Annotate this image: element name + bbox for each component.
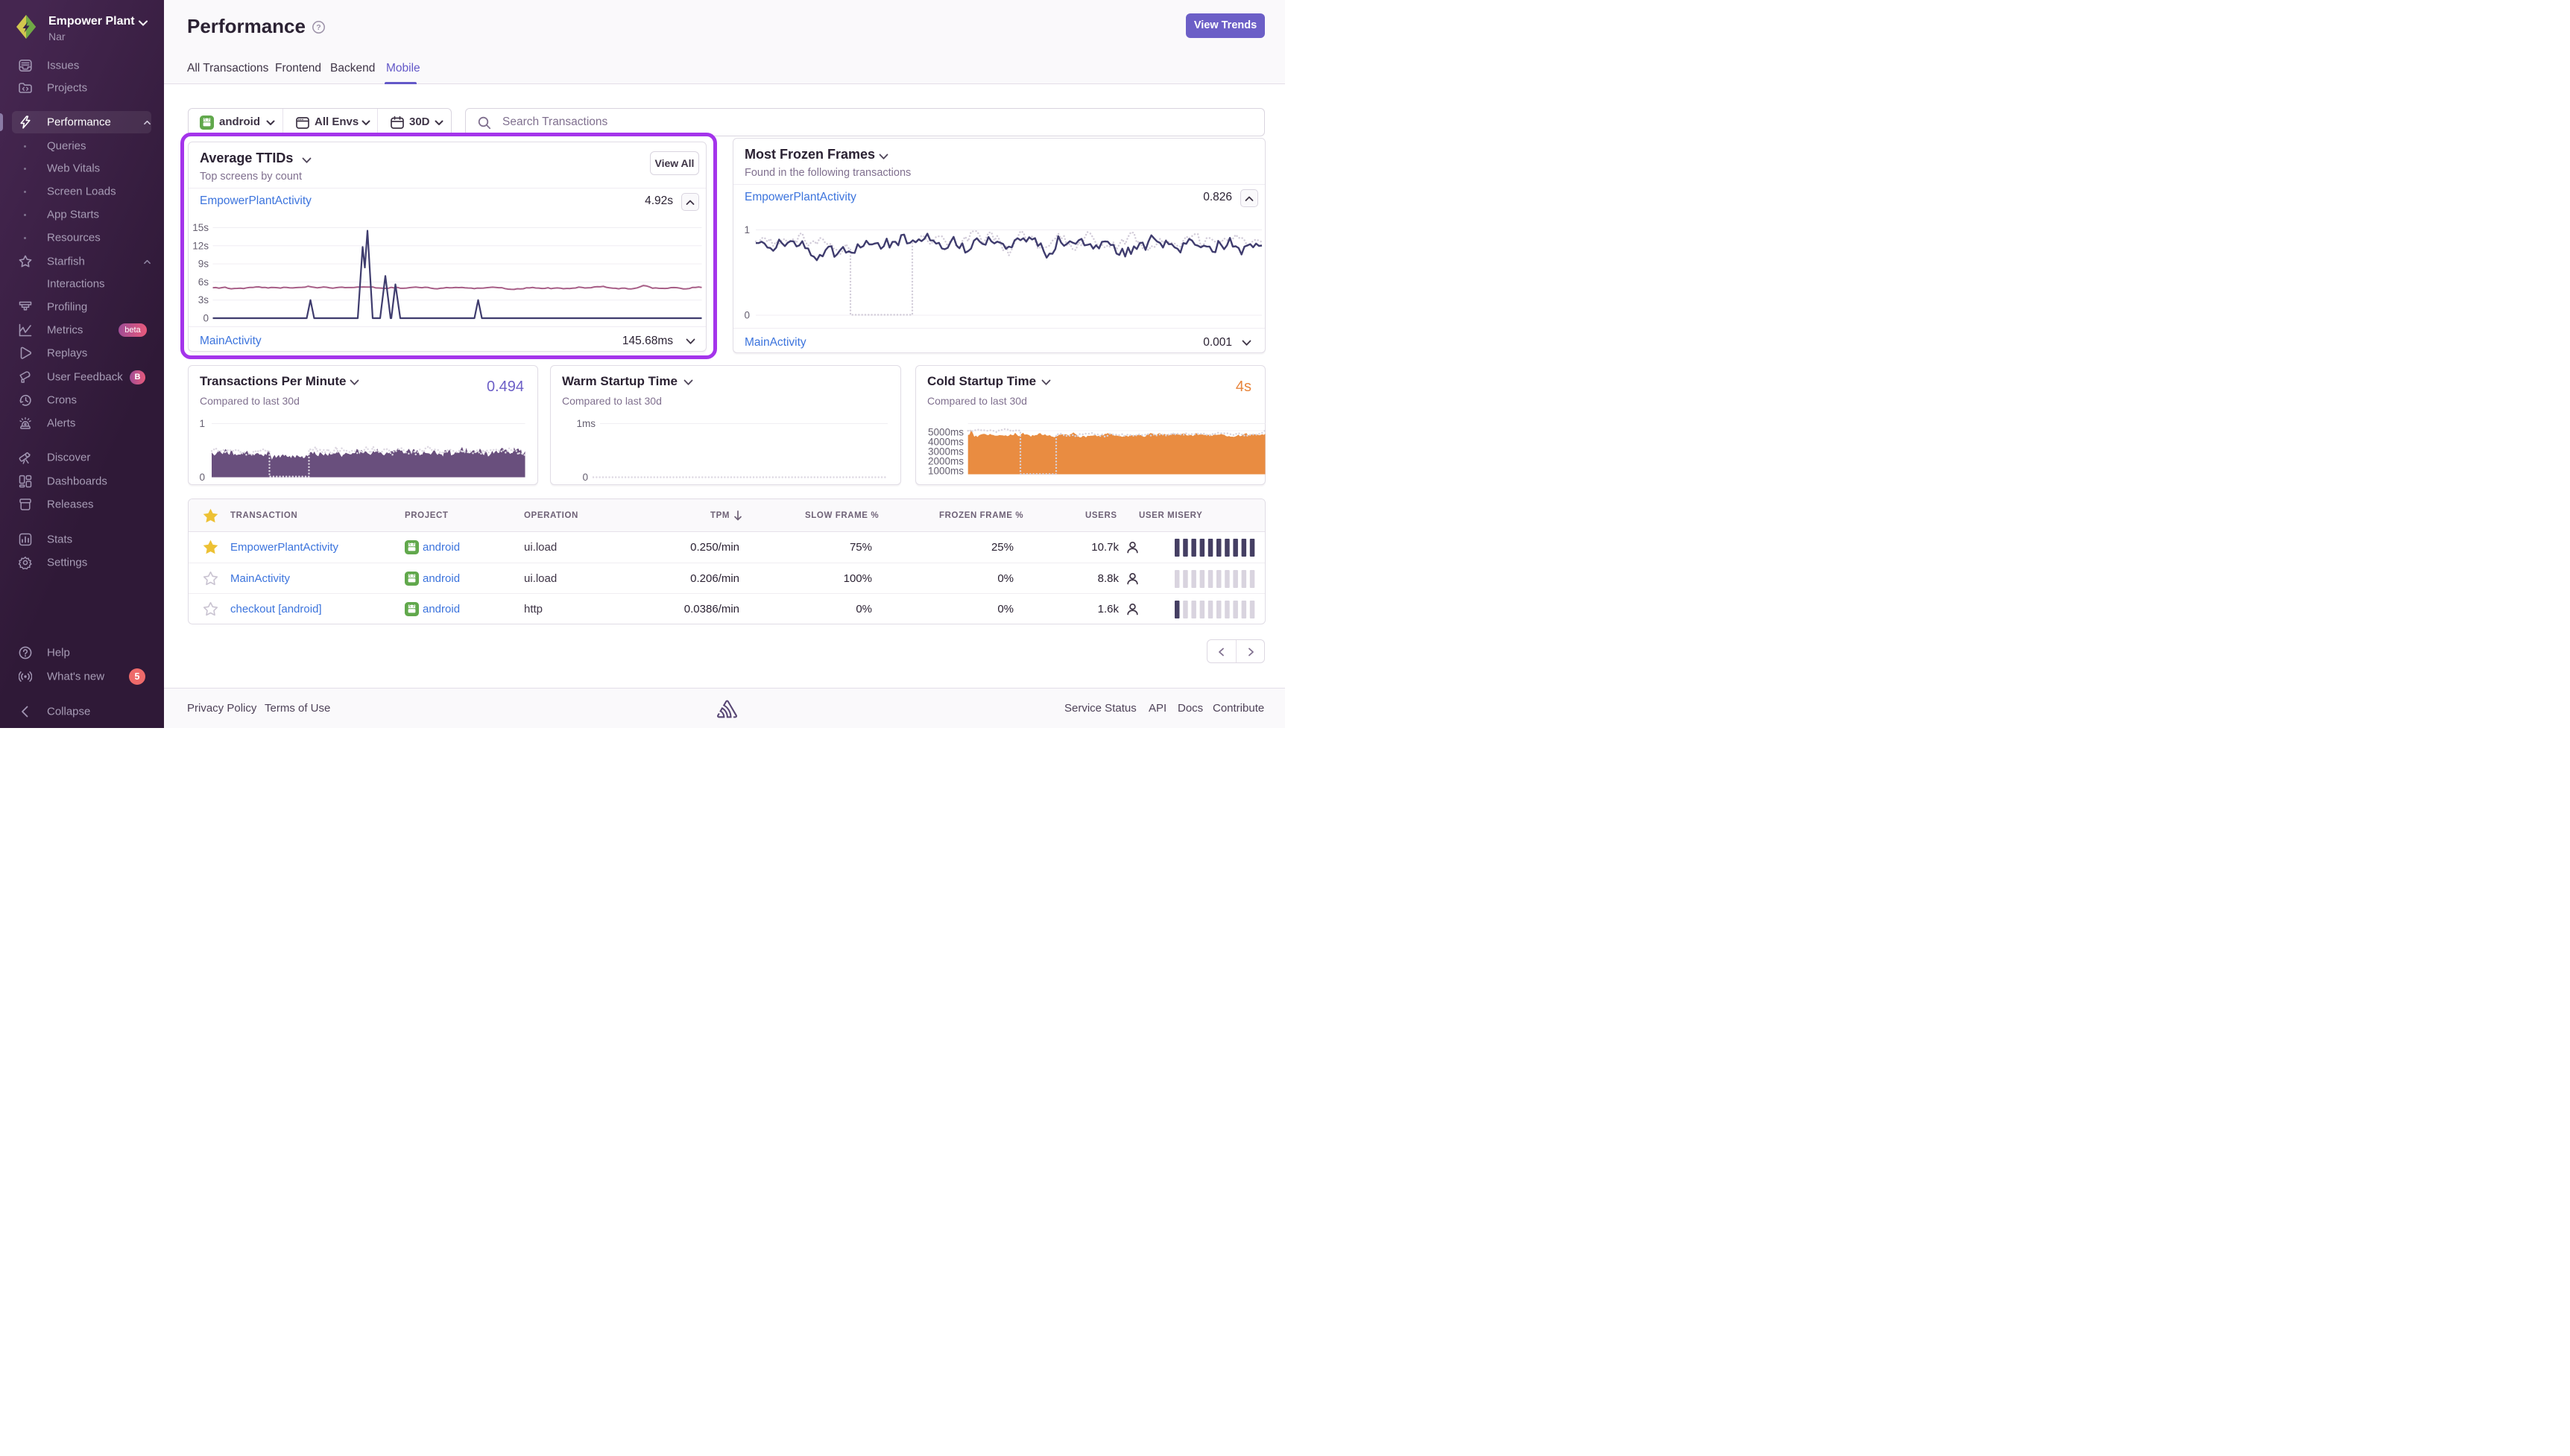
svg-text:9s: 9s [198, 259, 209, 270]
svg-text:?: ? [316, 23, 321, 32]
svg-text:0: 0 [199, 472, 205, 483]
svg-text:1: 1 [199, 418, 205, 429]
svg-text:0: 0 [582, 472, 588, 483]
svg-text:12s: 12s [192, 240, 209, 251]
svg-text:0: 0 [744, 310, 750, 321]
svg-text:1ms: 1ms [576, 418, 596, 429]
svg-text:3s: 3s [198, 294, 209, 306]
svg-text:1000ms: 1000ms [928, 466, 964, 477]
svg-text:6s: 6s [198, 276, 209, 288]
svg-text:1: 1 [744, 224, 750, 235]
svg-text:0: 0 [203, 313, 209, 324]
svg-text:15s: 15s [192, 222, 209, 233]
